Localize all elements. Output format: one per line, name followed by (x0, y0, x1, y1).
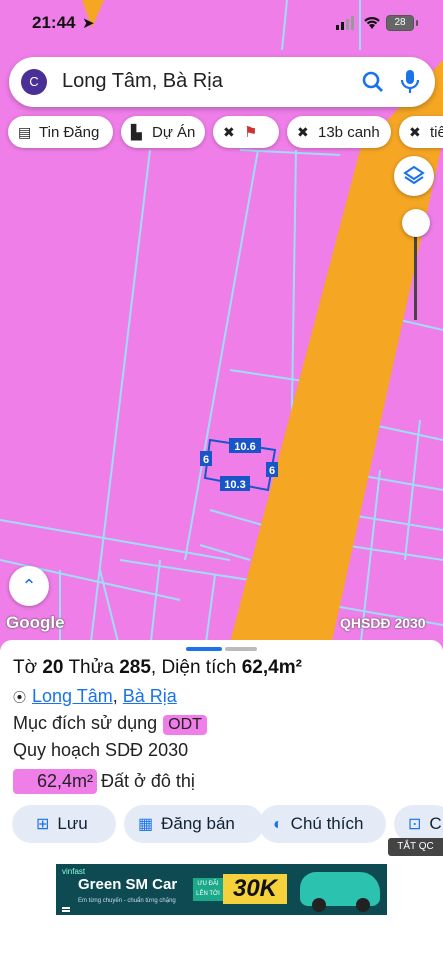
layers-icon (403, 165, 425, 185)
microphone-icon[interactable] (400, 69, 420, 95)
ad-menu-icon (62, 907, 70, 909)
wifi-icon (364, 17, 380, 29)
land-use-code-badge: ODT (163, 715, 207, 735)
building-icon: ▙ (131, 124, 142, 140)
clock: 21:44 (32, 13, 76, 32)
hide-ads-button[interactable]: TẮT QC (388, 838, 443, 856)
battery-icon: 28 (386, 15, 414, 31)
overlay-label: QHSDĐ 2030 (340, 615, 426, 631)
chip-tools[interactable]: ✖ ⚑ (213, 116, 279, 148)
tools-icon: ✖ (223, 124, 235, 140)
expand-button[interactable]: ⌃ (9, 566, 49, 606)
ward-link[interactable]: Long Tâm (32, 686, 113, 706)
legend-button[interactable]: ◐ Chú thích (259, 805, 386, 843)
save-button[interactable]: ⊞ Lưu (12, 805, 116, 843)
panel-handle-secondary[interactable] (225, 647, 257, 651)
ad-promo-label: ƯU ĐÃI LÊN TỚI (193, 878, 223, 901)
post-listing-button[interactable]: ▦ Đăng bán (124, 805, 264, 843)
land-type: Đất ở đô thị (101, 771, 195, 791)
parcel-top-dim: 10.6 (234, 441, 255, 453)
chip-13b-canh[interactable]: ✖ 13b canh (287, 116, 391, 148)
area-legend-row: 62,4m² Đất ở đô thị (13, 769, 195, 794)
parcel-left-dim: 6 (203, 454, 209, 466)
search-icon[interactable] (361, 70, 385, 94)
city-link[interactable]: Bà Rịa (123, 686, 177, 706)
signal-icon (336, 16, 354, 30)
tools-icon: ✖ (409, 124, 421, 140)
news-icon: ▤ (18, 124, 32, 140)
contrast-icon: ◐ (273, 816, 283, 833)
opacity-slider-handle[interactable] (402, 209, 430, 237)
flag-icon: ⚑ (244, 124, 258, 141)
avatar[interactable]: C (21, 69, 47, 95)
listing-icon: ▦ (138, 816, 154, 833)
ad-tagline: Em từng chuyến - chuẩn từng chặng (78, 898, 176, 904)
land-use-purpose: Mục đích sử dụng ODT (13, 713, 207, 735)
parcel-right-dim: 6 (269, 465, 275, 477)
ad-headline: Green SM Car (78, 876, 178, 893)
chip-du-an[interactable]: ▙ Dự Án (121, 116, 205, 148)
location-arrow-icon: ➤ (82, 15, 95, 32)
layers-button[interactable] (394, 156, 434, 196)
parcel-info-panel: Tờ 20 Thửa 285, Diện tích 62,4m² ⦿ Long T… (0, 640, 443, 959)
opacity-slider-track[interactable] (414, 224, 417, 320)
save-icon: ⊞ (36, 816, 50, 833)
chip-tin-dang[interactable]: ▤ Tin Đăng (8, 116, 113, 148)
search-input[interactable]: Long Tâm, Bà Rịa (62, 70, 223, 93)
panel-handle[interactable] (186, 647, 222, 651)
location-pin-icon: ⦿ (13, 690, 27, 705)
area-value-badge: 62,4m² (13, 769, 98, 794)
ad-brand: vinfast (62, 867, 86, 876)
status-bar: 21:44 ➤ 28 (0, 0, 443, 50)
car-wheel (312, 898, 326, 912)
parcel-title: Tờ 20 Thửa 285, Diện tích 62,4m² (13, 657, 302, 678)
ad-banner[interactable]: vinfast Green SM Car Em từng chuyến - ch… (56, 864, 387, 915)
action-buttons: ⊞ Lưu ▦ Đăng bán ◐ Chú thích ⊡ C (12, 805, 443, 843)
plan-label: Quy hoạch SDĐ 2030 (13, 740, 189, 760)
tools-icon: ✖ (297, 124, 309, 140)
parcel-bottom-dim: 10.3 (224, 479, 245, 491)
google-logo: Google (6, 613, 65, 632)
chip-more[interactable]: ✖ tiế (399, 116, 443, 148)
parcel-location: ⦿ Long Tâm, Bà Rịa (13, 686, 177, 706)
car-wheel (356, 898, 370, 912)
chevron-up-icon: ⌃ (21, 576, 37, 596)
ad-promo-value: 30K (223, 874, 287, 904)
filter-chips: ▤ Tin Đăng ▙ Dự Án ✖ ⚑ ✖ 13b canh ✖ tiế (8, 116, 443, 150)
battery-tip (416, 20, 418, 26)
search-bar[interactable]: C Long Tâm, Bà Rịa (9, 57, 435, 107)
